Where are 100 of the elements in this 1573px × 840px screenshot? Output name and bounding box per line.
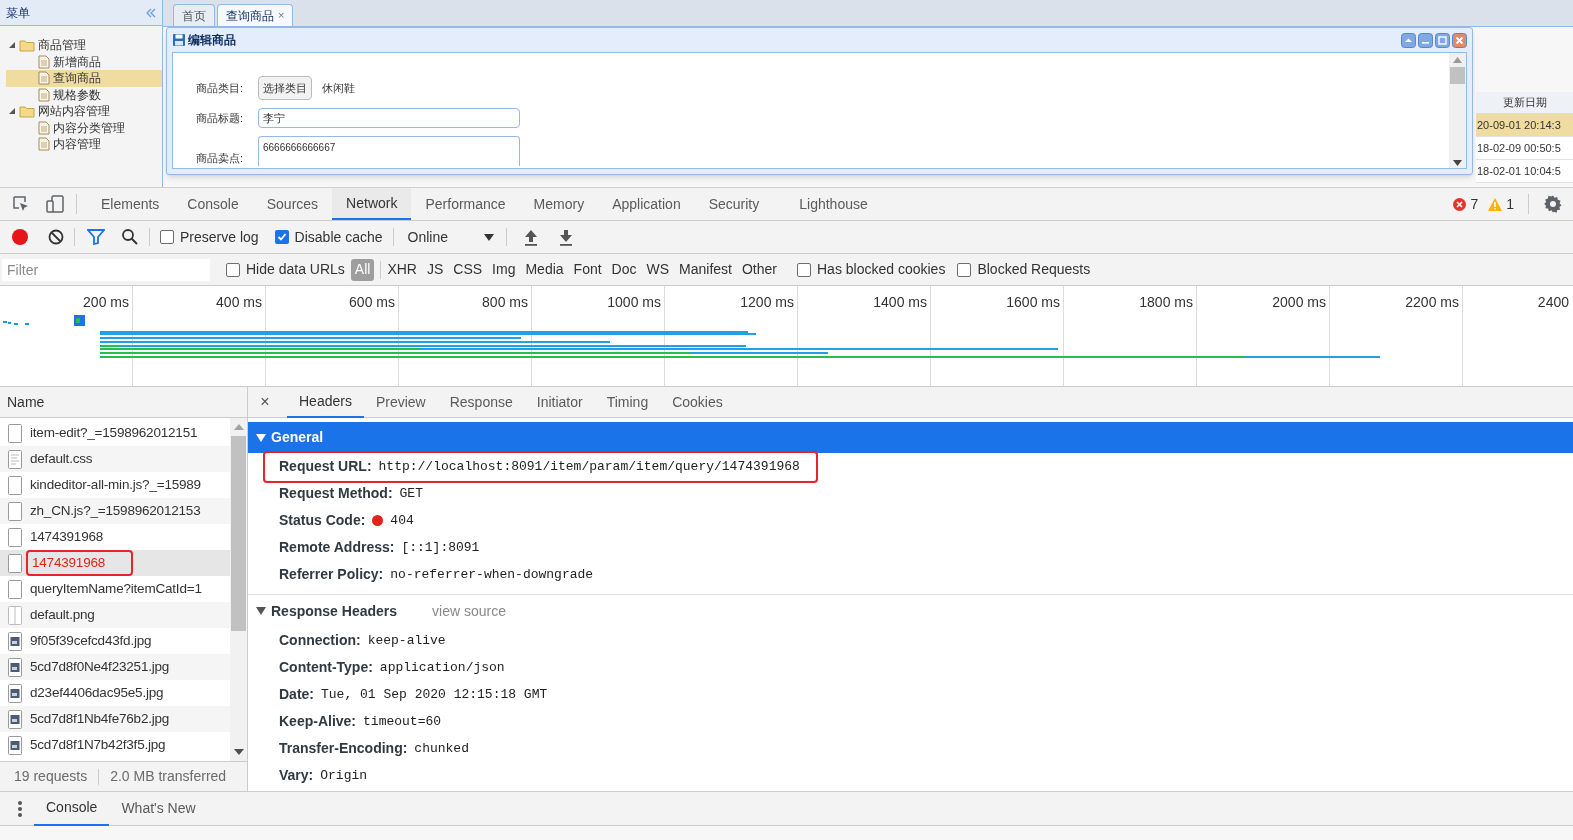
text-field[interactable]: 李宁 [258, 108, 520, 128]
checkbox-label[interactable]: Blocked Requests [977, 259, 1091, 280]
request-name[interactable]: d23ef4406dac95e5.jpg [30, 682, 164, 704]
device-icon[interactable] [46, 195, 66, 213]
request-name[interactable]: 1474391968 [30, 526, 104, 548]
request-name[interactable]: 1474391968 [32, 552, 106, 574]
column-header[interactable]: 更新日期 [1476, 92, 1573, 114]
scroll-down-icon[interactable] [1453, 160, 1462, 166]
table-cell[interactable]: 18-02-01 10:04:5 [1476, 160, 1573, 183]
checkbox-label[interactable]: Has blocked cookies [817, 259, 946, 280]
tree-item[interactable]: 查询商品 [6, 70, 162, 87]
checkbox-label[interactable]: Hide data URLs [246, 259, 345, 280]
filter-type-button[interactable]: JS [422, 258, 448, 281]
request-row[interactable]: 1474391968 [0, 550, 230, 576]
maximize-icon[interactable] [1435, 32, 1450, 48]
upload-icon[interactable] [522, 228, 539, 246]
expand-triangle-icon[interactable] [256, 433, 266, 442]
tab[interactable]: Console [173, 188, 253, 220]
scrollbar[interactable] [1449, 53, 1466, 168]
expander-icon[interactable] [8, 41, 16, 50]
tree-item[interactable]: 商品管理 [0, 37, 162, 54]
request-name[interactable]: zh_CN.js?_=1598962012153 [30, 500, 201, 522]
scroll-thumb[interactable] [231, 436, 246, 631]
more-options-icon[interactable] [17, 799, 23, 818]
tab[interactable]: 查询商品 × [217, 4, 294, 26]
close-button[interactable]: × [278, 7, 285, 24]
request-row[interactable]: 5cd7d8f0Ne4f23251.jpg [0, 654, 230, 680]
request-name[interactable]: 5cd7d8f1N7b42f3f5.jpg [30, 734, 166, 756]
error-icon[interactable] [1453, 197, 1467, 211]
section-title[interactable]: Response Headers [271, 600, 398, 622]
table-cell[interactable]: 18-02-09 00:50:5 [1476, 137, 1573, 160]
request-row[interactable]: default.css [0, 446, 230, 472]
request-name[interactable]: kindeditor-all-min.js?_=15989 [30, 474, 201, 496]
warning-count[interactable]: 1 [1506, 193, 1514, 215]
section-header[interactable]: General [248, 422, 1573, 453]
record-button[interactable] [11, 228, 29, 246]
filter-type-button[interactable]: Media [521, 258, 568, 281]
expand-triangle-icon[interactable] [256, 607, 266, 615]
tree-item[interactable]: 网站内容管理 [0, 103, 162, 120]
tree-item[interactable]: 规格参数 [6, 86, 162, 103]
checkbox[interactable] [160, 230, 174, 244]
clear-icon[interactable] [48, 229, 64, 245]
filter-type-button[interactable]: Img [488, 258, 520, 281]
close-icon[interactable] [1452, 32, 1467, 48]
expander-icon[interactable] [8, 107, 16, 116]
checkbox[interactable] [274, 230, 289, 244]
tab[interactable]: Application [598, 188, 695, 220]
settings-icon[interactable] [1543, 194, 1563, 214]
request-name[interactable]: default.png [30, 604, 95, 626]
scroll-thumb[interactable] [1450, 67, 1465, 84]
tab[interactable]: What's New [109, 791, 208, 826]
throttling-dropdown[interactable]: Online [403, 226, 496, 248]
request-name[interactable]: 5cd7d8f0Ne4f23251.jpg [30, 656, 170, 678]
minimize-icon[interactable] [1418, 32, 1433, 48]
filter-type-button[interactable]: WS [642, 258, 674, 281]
filter-type-button[interactable]: Other [738, 258, 781, 281]
tab[interactable]: Timing [594, 386, 661, 418]
tab[interactable]: Elements [87, 188, 174, 220]
column-header[interactable]: Name [0, 387, 247, 418]
request-name[interactable]: item-edit?_=1598962012151 [30, 422, 198, 444]
inspect-icon[interactable] [12, 195, 30, 213]
search-icon[interactable] [121, 228, 139, 246]
tab[interactable]: Response [437, 386, 525, 418]
checkbox[interactable] [797, 262, 811, 277]
scroll-up-icon[interactable] [1453, 57, 1462, 63]
tab[interactable]: Security [694, 188, 774, 220]
tab[interactable]: Preview [363, 386, 438, 418]
select-category-button[interactable]: 选择类目 [258, 76, 312, 100]
request-row[interactable]: 5cd7d8f1Nb4fe76b2.jpg [0, 706, 230, 732]
table-cell[interactable]: 20-09-01 20:14:3 [1476, 114, 1573, 137]
checkbox[interactable] [957, 262, 972, 277]
download-icon[interactable] [557, 228, 574, 246]
tab[interactable]: 首页 [173, 4, 215, 26]
request-row[interactable]: default.png [0, 602, 230, 628]
tree-item[interactable]: 内容分类管理 [6, 119, 162, 136]
checkbox[interactable] [226, 262, 240, 277]
scroll-down-icon[interactable] [233, 749, 244, 755]
filter-type-button[interactable]: XHR [383, 258, 421, 281]
request-name[interactable]: default.css [30, 448, 93, 470]
checkbox-label[interactable]: Disable cache [294, 226, 383, 248]
request-name[interactable]: 9f05f39cefcd43fd.jpg [30, 630, 152, 652]
scrollbar[interactable] [230, 418, 247, 761]
tree-item[interactable]: 新增商品 [6, 53, 162, 70]
checkbox-label[interactable]: Preserve log [180, 226, 259, 248]
tab[interactable]: Memory [519, 188, 599, 220]
filter-type-button[interactable]: CSS [449, 258, 487, 281]
tree-item[interactable]: 内容管理 [6, 136, 162, 153]
filter-field[interactable]: Filter [2, 258, 210, 281]
tab[interactable]: Initiator [524, 386, 595, 418]
filter-type-button[interactable]: Manifest [675, 258, 736, 281]
tab[interactable]: Performance [411, 188, 520, 220]
close-button[interactable]: × [257, 390, 273, 414]
error-count[interactable]: 7 [1470, 193, 1479, 215]
tab[interactable]: Lighthouse [785, 188, 882, 220]
filter-type-button[interactable]: Font [569, 258, 606, 281]
request-name[interactable]: 5cd7d8f1Nb4fe76b2.jpg [30, 708, 170, 730]
text-area[interactable]: 6666666666667 [258, 136, 520, 166]
filter-type-button[interactable]: Doc [607, 258, 641, 281]
view-source-link[interactable]: view source [432, 600, 506, 622]
request-row[interactable]: zh_CN.js?_=1598962012153 [0, 498, 230, 524]
